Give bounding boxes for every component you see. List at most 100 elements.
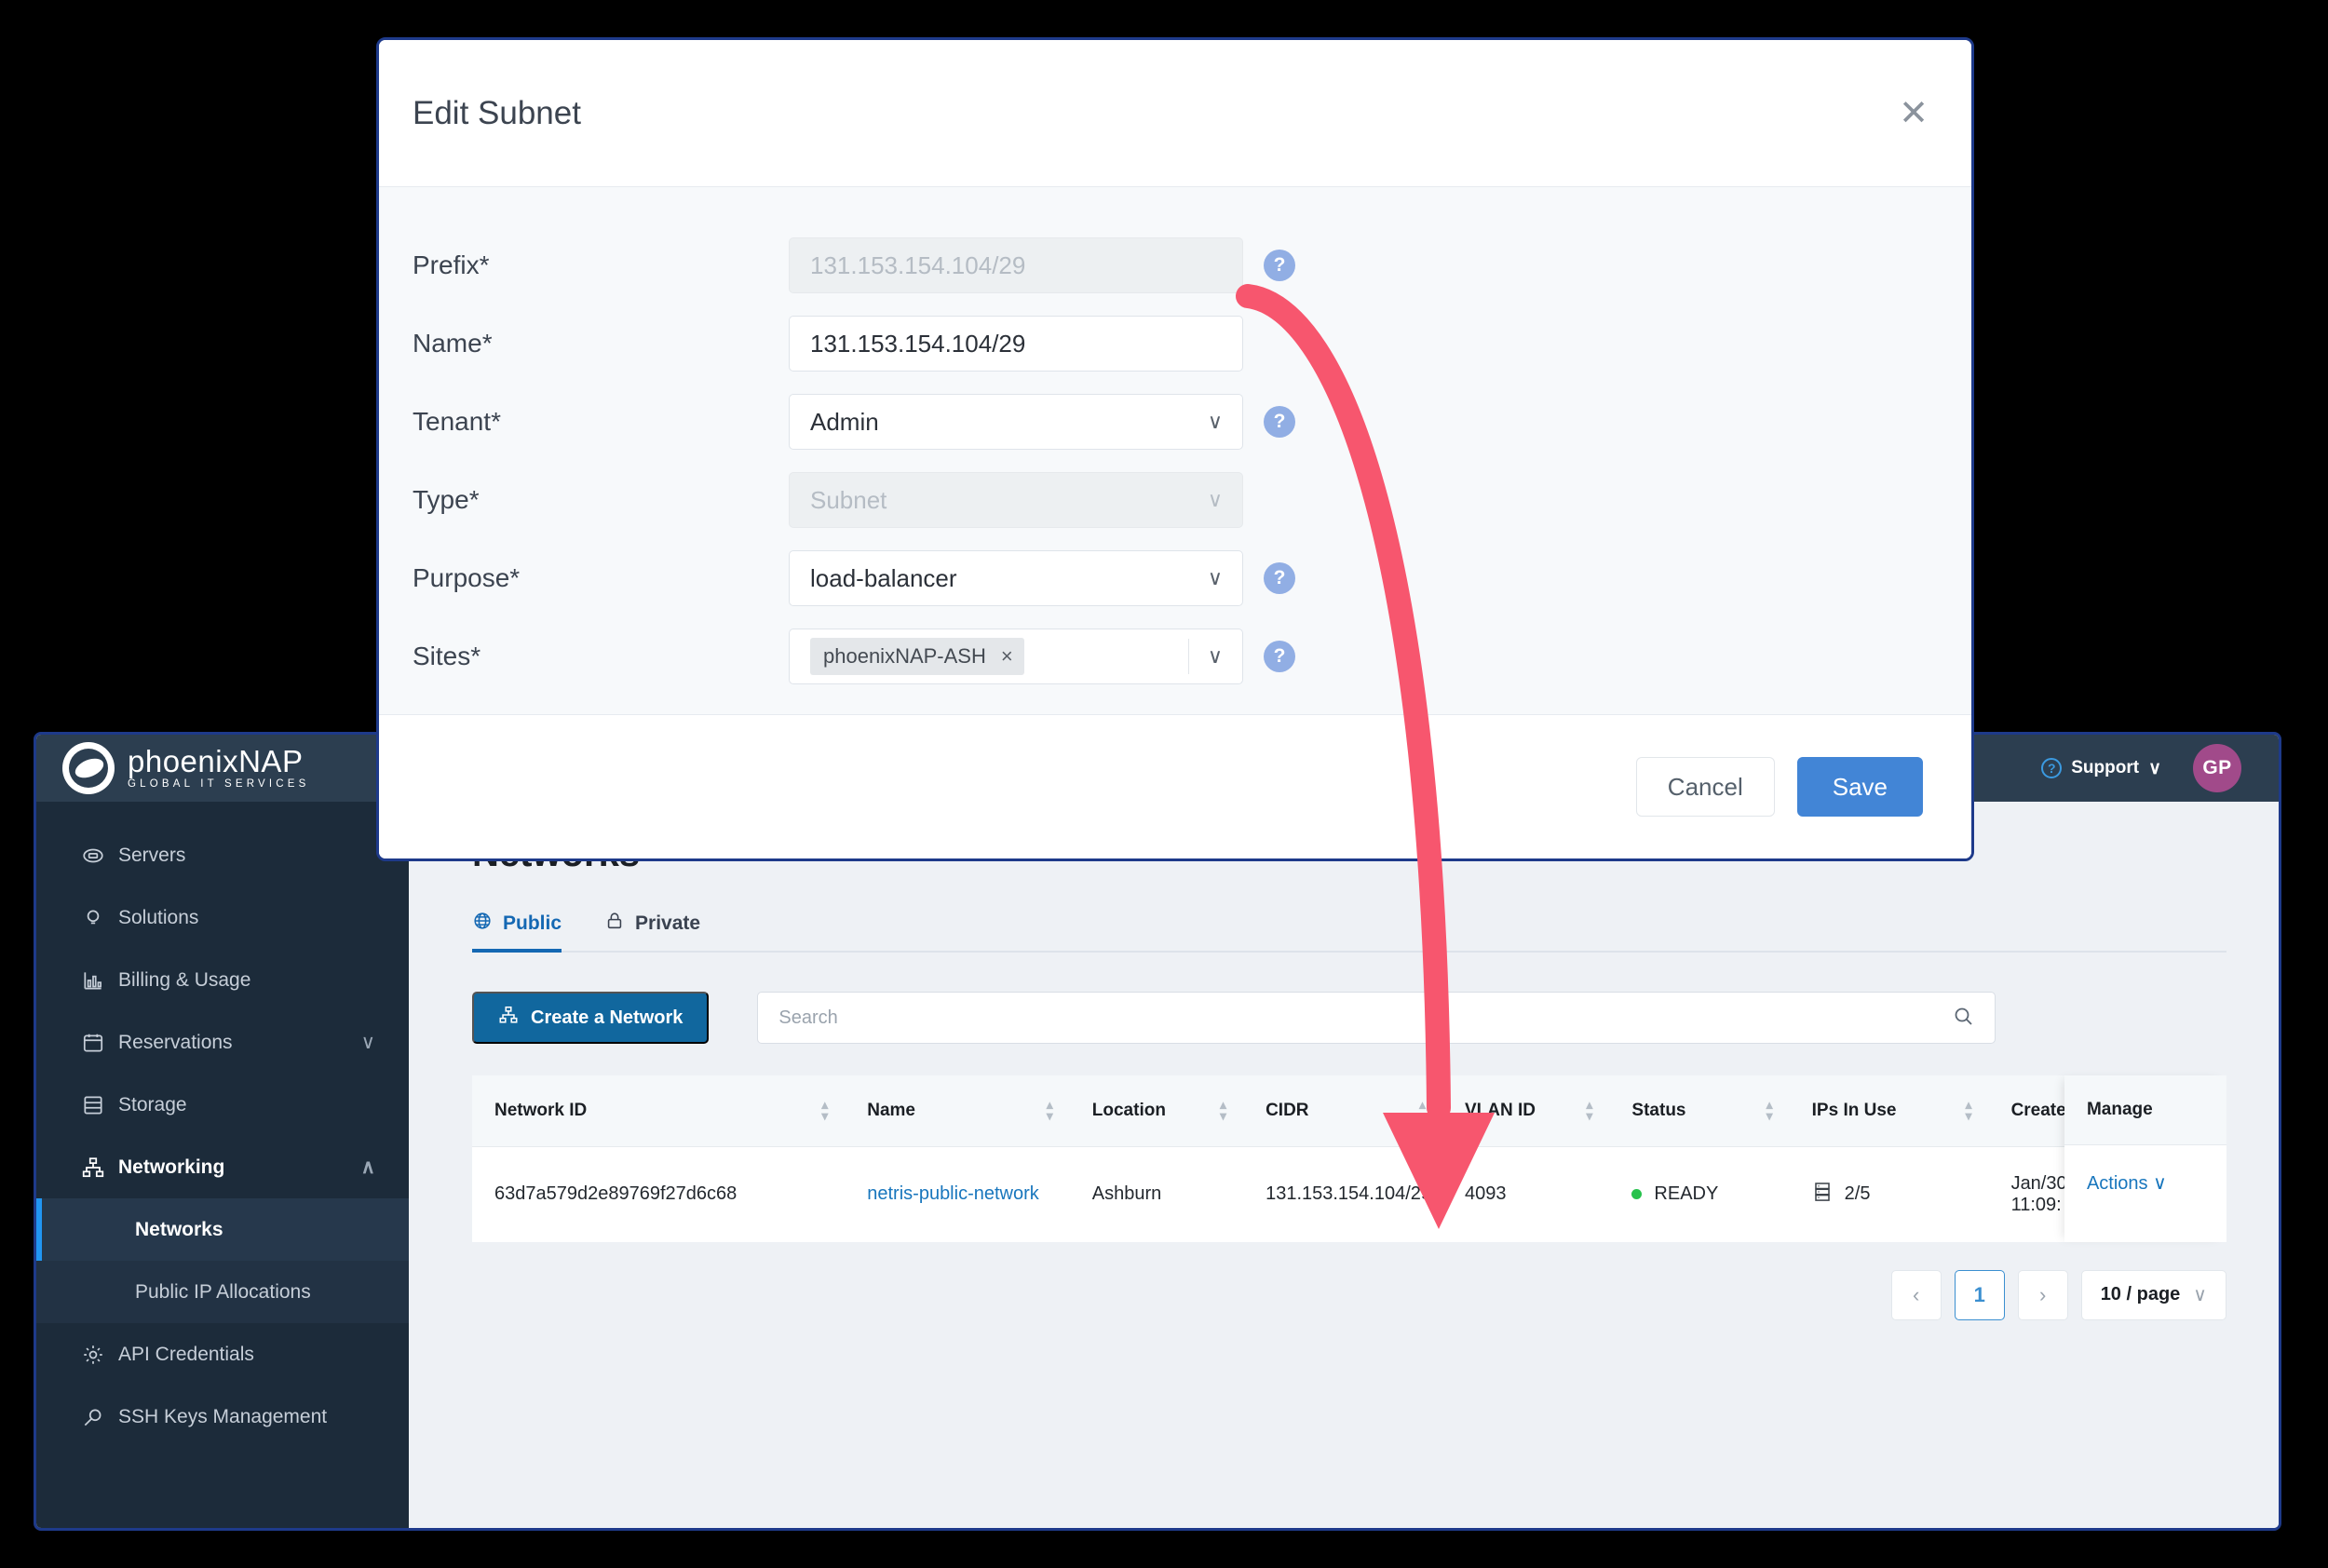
prefix-input: 131.153.154.104/29	[789, 237, 1243, 293]
column-header-name[interactable]: Name▴▾	[845, 1075, 1070, 1146]
sort-icon[interactable]: ▴▾	[821, 1100, 828, 1122]
globe-logo-icon	[62, 742, 115, 794]
field-row-type: Type* Subnet ∨	[379, 461, 1971, 539]
search-box[interactable]	[757, 992, 1996, 1044]
sidebar-item-ssh-keys-management[interactable]: SSH Keys Management	[36, 1386, 409, 1448]
networks-table: Network ID▴▾ Name▴▾ Location▴▾ CIDR▴▾ VL…	[472, 1075, 2226, 1242]
column-header-ips-in-use[interactable]: IPs In Use▴▾	[1790, 1075, 1989, 1146]
sidebar-item-api-credentials[interactable]: API Credentials	[36, 1323, 409, 1386]
chevron-down-icon: ∨	[2148, 758, 2161, 779]
save-button[interactable]: Save	[1797, 757, 1923, 817]
status-dot-icon	[1631, 1189, 1642, 1199]
tenant-select[interactable]: Admin	[789, 394, 1243, 450]
sort-icon[interactable]: ▴▾	[1586, 1100, 1592, 1122]
tenant-field-wrap: Admin ∨	[789, 394, 1243, 450]
support-label: Support	[2071, 758, 2139, 778]
lightbulb-icon	[81, 906, 118, 930]
tab-label: Public	[503, 912, 562, 935]
sites-field-wrap: phoenixNAP-ASH × ∨	[789, 629, 1243, 684]
cell-status: READY	[1609, 1146, 1789, 1242]
cell-name[interactable]: netris-public-network	[845, 1146, 1070, 1242]
calendar-icon	[81, 1031, 118, 1055]
gear-icon	[81, 1343, 118, 1367]
sort-icon[interactable]: ▴▾	[1966, 1100, 1972, 1122]
sidebar-item-servers[interactable]: Servers	[36, 824, 409, 886]
key-search-icon	[81, 1405, 118, 1429]
chevron-down-icon[interactable]: ∨	[2153, 1171, 2167, 1195]
help-icon[interactable]: ?	[1264, 562, 1295, 594]
column-header-status[interactable]: Status▴▾	[1609, 1075, 1789, 1146]
cancel-button[interactable]: Cancel	[1636, 757, 1775, 817]
ips-in-use-value: 2/5	[1845, 1183, 1871, 1205]
help-icon[interactable]: ?	[1264, 406, 1295, 438]
dialog-header: Edit Subnet ✕	[379, 40, 1971, 187]
column-header-network-id[interactable]: Network ID▴▾	[472, 1075, 845, 1146]
column-header-vlan-id[interactable]: VLAN ID▴▾	[1442, 1075, 1609, 1146]
sidebar-item-reservations[interactable]: Reservations ∨	[36, 1011, 409, 1074]
sort-icon[interactable]: ▴▾	[1766, 1100, 1773, 1122]
actions-label[interactable]: Actions	[2087, 1173, 2148, 1194]
column-header-manage: Manage	[2064, 1075, 2226, 1145]
pagination-next-button[interactable]: ›	[2018, 1270, 2068, 1320]
brand-logo[interactable]: phoenixNAP GLOBAL IT SERVICES	[36, 742, 409, 794]
main-content: Networks Public Private	[409, 802, 2279, 1528]
chevron-down-icon: ∨	[1208, 472, 1223, 528]
actions-menu[interactable]: Actions ∨	[2064, 1145, 2226, 1221]
chevron-down-icon[interactable]: ∨	[1208, 629, 1223, 684]
sites-multiselect[interactable]: phoenixNAP-ASH ×	[789, 629, 1243, 684]
sidebar-item-label: API Credentials	[118, 1344, 254, 1366]
sidebar-item-networks[interactable]: Networks	[36, 1198, 409, 1261]
close-icon[interactable]: ✕	[1899, 96, 1929, 131]
network-icon	[81, 1156, 118, 1180]
sidebar-item-networking[interactable]: Networking ∧	[36, 1136, 409, 1198]
sidebar-item-label: Solutions	[118, 907, 198, 929]
sidebar-item-label: Networking	[118, 1156, 224, 1179]
avatar[interactable]: GP	[2193, 744, 2241, 792]
search-icon[interactable]	[1952, 1005, 1974, 1032]
field-label-type: Type*	[413, 485, 789, 515]
sidebar-item-storage[interactable]: Storage	[36, 1074, 409, 1136]
tab-public[interactable]: Public	[472, 911, 562, 951]
tab-private[interactable]: Private	[604, 911, 700, 951]
field-label-prefix: Prefix*	[413, 250, 789, 280]
support-menu[interactable]: ? Support ∨	[2041, 758, 2161, 779]
column-header-location[interactable]: Location▴▾	[1070, 1075, 1243, 1146]
pagination: ‹ 1 › 10 / page ∨	[472, 1242, 2226, 1320]
networks-table-element: Network ID▴▾ Name▴▾ Location▴▾ CIDR▴▾ VL…	[472, 1075, 2226, 1242]
select-divider	[1188, 639, 1189, 674]
question-circle-icon: ?	[2041, 758, 2062, 778]
site-tag: phoenixNAP-ASH ×	[810, 638, 1024, 675]
help-icon[interactable]: ?	[1264, 250, 1295, 281]
field-row-name: Name* 131.153.154.104/29	[379, 304, 1971, 383]
help-icon[interactable]: ?	[1264, 641, 1295, 672]
chevron-down-icon: ∨	[2193, 1283, 2207, 1306]
type-field-wrap: Subnet ∨	[789, 472, 1243, 528]
network-name-link[interactable]: netris-public-network	[867, 1183, 1039, 1204]
sort-icon[interactable]: ▴▾	[1220, 1100, 1226, 1122]
sidebar-item-billing-usage[interactable]: Billing & Usage	[36, 949, 409, 1011]
server-icon	[81, 844, 118, 868]
remove-tag-icon[interactable]: ×	[1001, 644, 1013, 669]
chevron-down-icon[interactable]: ∨	[1208, 394, 1223, 450]
sidebar: Servers Solutions Billing & Usage	[36, 802, 409, 1528]
sidebar-item-public-ip-allocations[interactable]: Public IP Allocations	[36, 1261, 409, 1323]
globe-icon	[472, 911, 493, 937]
pagination-prev-button[interactable]: ‹	[1891, 1270, 1942, 1320]
pagination-page-1[interactable]: 1	[1955, 1270, 2005, 1320]
dialog-body: Prefix* 131.153.154.104/29 ? Name* 131.1…	[379, 187, 1971, 714]
chevron-down-icon[interactable]: ∨	[1208, 550, 1223, 606]
table-header-row: Network ID▴▾ Name▴▾ Location▴▾ CIDR▴▾ VL…	[472, 1075, 2226, 1146]
name-input[interactable]: 131.153.154.104/29	[789, 316, 1243, 372]
column-header-cidr[interactable]: CIDR▴▾	[1243, 1075, 1442, 1146]
sort-icon[interactable]: ▴▾	[1419, 1100, 1426, 1122]
lock-icon	[604, 911, 625, 937]
create-network-button[interactable]: Create a Network	[472, 992, 709, 1044]
page-size-select[interactable]: 10 / page ∨	[2081, 1270, 2226, 1320]
sort-icon[interactable]: ▴▾	[1047, 1100, 1053, 1122]
table-row[interactable]: 63d7a579d2e89769f27d6c68 netris-public-n…	[472, 1146, 2226, 1242]
search-input[interactable]	[778, 1007, 1952, 1029]
purpose-select[interactable]: load-balancer	[789, 550, 1243, 606]
create-network-label: Create a Network	[531, 1007, 683, 1029]
sidebar-item-solutions[interactable]: Solutions	[36, 886, 409, 949]
network-icon	[498, 1005, 519, 1031]
